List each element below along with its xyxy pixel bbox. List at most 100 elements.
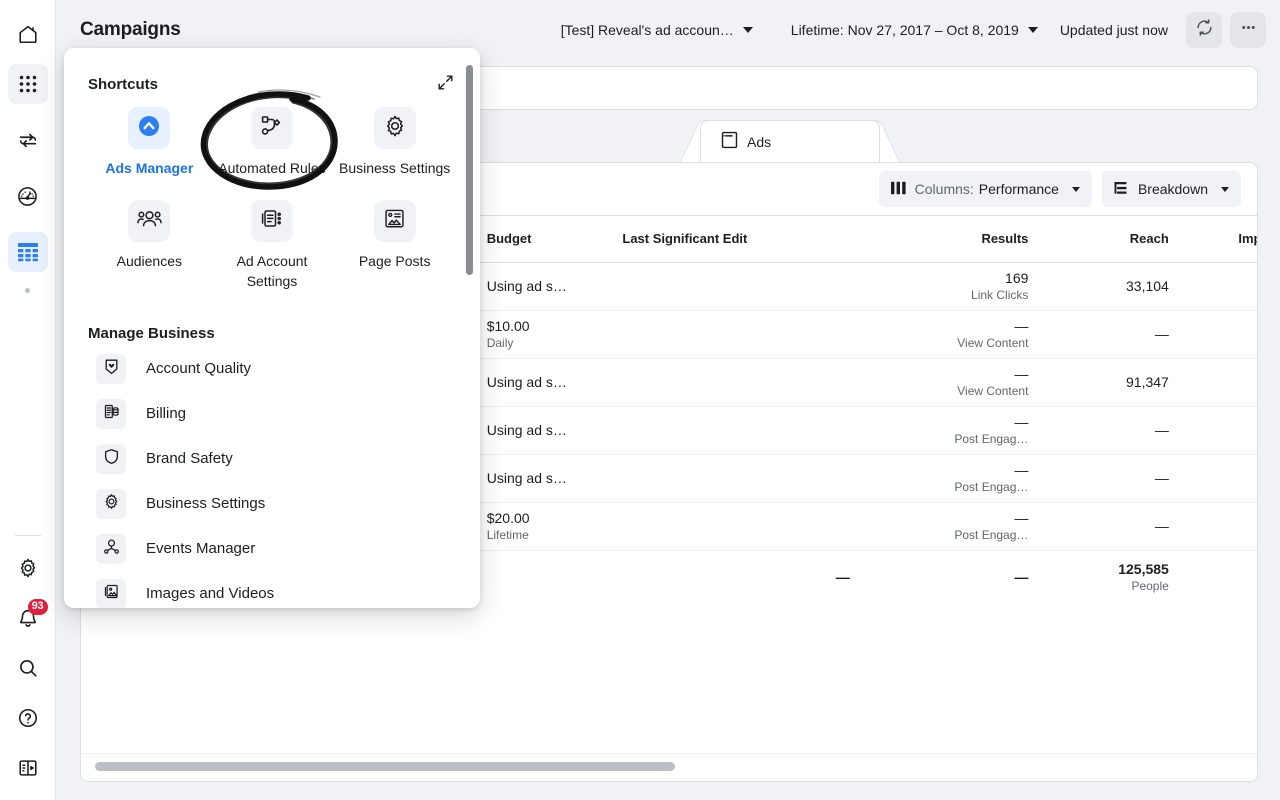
reach-value: —: [1154, 422, 1169, 438]
shortcut-ad-account-settings[interactable]: Ad Account Settings: [211, 192, 334, 301]
shortcut-audiences[interactable]: Audiences: [88, 192, 211, 301]
date-range-selector[interactable]: Lifetime: Nov 27, 2017 – Oct 8, 2019: [783, 16, 1046, 44]
table-icon: [17, 242, 39, 262]
nav-help-button[interactable]: [8, 698, 48, 738]
shortcut-ads-manager[interactable]: Ads Manager: [88, 99, 211, 188]
col-last-significant-edit[interactable]: Last Significant Edit: [604, 216, 860, 263]
shortcut-tile: [250, 107, 293, 149]
expand-icon[interactable]: [437, 74, 454, 96]
shortcut-page-posts[interactable]: Page Posts: [333, 192, 456, 301]
shortcut-automated-rules[interactable]: Automated Rules: [211, 99, 334, 188]
manage-business-section-title: Manage Business: [88, 325, 215, 342]
manage-item-brand-safety[interactable]: Brand Safety: [88, 436, 456, 481]
refresh-icon: [1195, 18, 1214, 42]
nav-table-button[interactable]: [7, 232, 48, 272]
results-sub: Link Clicks: [971, 288, 1029, 302]
tab-ads-label: Ads: [747, 133, 772, 150]
shortcut-business-settings[interactable]: Business Settings: [333, 99, 456, 188]
cell-impressions: [1178, 502, 1257, 551]
manage-item-images-and-videos[interactable]: Images and Videos: [88, 571, 456, 608]
manage-item-business-settings[interactable]: Business Settings: [88, 481, 456, 526]
columns-value-label: Performance: [978, 181, 1059, 197]
refresh-button[interactable]: [1186, 12, 1222, 48]
shortcut-tile: [128, 107, 171, 149]
nav-panel-toggle-button[interactable]: [8, 748, 48, 788]
reach-value: —: [1154, 470, 1169, 486]
shortcuts-section-title: Shortcuts: [88, 76, 159, 93]
tab-ads[interactable]: Ads: [700, 120, 880, 162]
cell-reach: —: [1038, 454, 1179, 503]
results-value: —: [1014, 462, 1029, 478]
manage-item-events-manager[interactable]: Events Manager: [88, 526, 456, 571]
reach-value: —: [1154, 518, 1169, 534]
results-sub: View Content: [957, 384, 1029, 398]
shortcut-tile: [373, 107, 416, 149]
help-circle-icon: [17, 707, 39, 729]
cell-last-significant-edit: [604, 502, 860, 551]
columns-prefix-label: Columns:: [914, 181, 974, 197]
ad-account-selector[interactable]: [Test] Reveal's ad accoun…: [553, 16, 761, 44]
chevron-down-icon: [1027, 27, 1038, 33]
manage-item-label: Business Settings: [146, 495, 266, 512]
col-results[interactable]: Results: [859, 216, 1039, 263]
gear-icon: [383, 114, 407, 143]
col-impressions[interactable]: Impres: [1178, 216, 1257, 263]
panel-scrollbar-track[interactable]: [466, 56, 477, 600]
nav-notifications-button[interactable]: 93: [8, 598, 48, 638]
results-sub: View Content: [957, 336, 1029, 350]
panel-scrollbar-thumb[interactable]: [466, 65, 473, 275]
home-icon: [17, 23, 39, 45]
nav-performance-button[interactable]: [8, 176, 48, 216]
date-range-label: Lifetime: Nov 27, 2017 – Oct 8, 2019: [790, 22, 1019, 38]
nav-loop-button[interactable]: [8, 120, 48, 160]
col-reach[interactable]: Reach: [1038, 216, 1179, 263]
columns-icon: [890, 181, 906, 198]
manage-business-list: Account Quality Billing Brand Safety Bus…: [88, 346, 456, 608]
shortcuts-grid: Ads Manager Automated Rules Business Set…: [88, 99, 456, 301]
nav-settings-button[interactable]: [8, 548, 48, 588]
col-budget-label: Budget: [486, 231, 532, 247]
budget-sub: Daily: [486, 336, 514, 350]
shortcut-label: Ads Manager: [105, 160, 194, 176]
shortcuts-panel-content: Shortcuts Ads Manager Automated Rules Bu…: [64, 48, 480, 608]
cell-budget: Using ad s…: [476, 406, 605, 455]
manage-item-billing[interactable]: Billing: [88, 391, 456, 436]
results-value: 169: [1005, 270, 1029, 286]
shortcut-label: Business Settings: [339, 160, 451, 176]
footer-impressions-total: 18: [1179, 550, 1257, 604]
shortcut-tile: [250, 200, 293, 242]
top-bar-controls: [Test] Reveal's ad accoun… Lifetime: Nov…: [553, 12, 1280, 48]
brand-safety-shield-icon: [103, 448, 120, 470]
nav-search-button[interactable]: [8, 648, 48, 688]
cell-impressions: [1178, 406, 1257, 455]
shortcut-label: Automated Rules: [218, 160, 326, 176]
footer-results-total: —: [1014, 569, 1029, 586]
audiences-people-icon: [137, 208, 162, 235]
results-value: —: [1014, 366, 1029, 382]
manage-item-label: Images and Videos: [146, 585, 275, 602]
breakdown-button[interactable]: Breakdown: [1101, 171, 1241, 207]
col-results-label: Results: [981, 231, 1029, 247]
page-title: Campaigns: [80, 19, 181, 40]
shortcut-label: Ad Account Settings: [236, 253, 308, 289]
horizontal-scrollbar-track[interactable]: [81, 753, 1257, 781]
billing-icon: [103, 403, 120, 425]
gear-icon: [17, 557, 39, 579]
footer-reach-value: 125,585: [1118, 561, 1169, 578]
budget-value: Using ad s…: [486, 374, 567, 390]
nav-apps-button[interactable]: [7, 64, 48, 104]
footer-budget-total: —: [835, 569, 850, 586]
nav-home-button[interactable]: [8, 14, 48, 54]
cell-results: — View Content: [859, 310, 1039, 359]
cell-last-significant-edit: [604, 406, 860, 455]
budget-value: $20.00: [486, 510, 530, 526]
more-options-button[interactable]: [1230, 12, 1266, 48]
cell-results: — Post Engag…: [859, 406, 1039, 455]
columns-button[interactable]: Columns: Performance: [878, 171, 1092, 207]
manage-item-label: Events Manager: [146, 540, 256, 557]
manage-item-account-quality[interactable]: Account Quality: [88, 346, 456, 391]
horizontal-scrollbar-thumb[interactable]: [95, 762, 675, 771]
ad-account-selector-label: [Test] Reveal's ad accoun…: [560, 22, 734, 38]
cell-impressions: [1178, 310, 1257, 359]
col-budget[interactable]: Budget: [476, 216, 605, 263]
